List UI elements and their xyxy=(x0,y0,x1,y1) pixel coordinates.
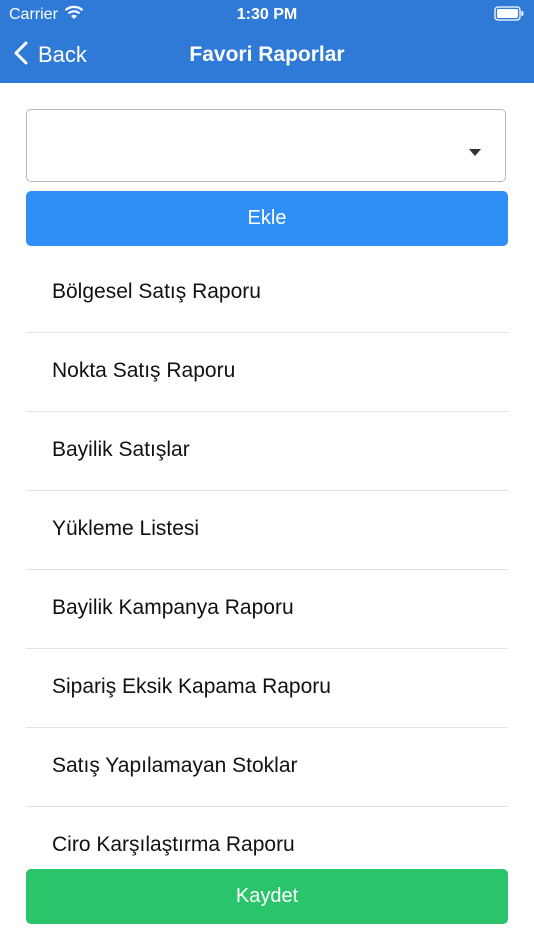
report-list-item[interactable]: Sipariş Eksik Kapama Raporu xyxy=(26,649,508,728)
report-list-item[interactable]: Bayilik Kampanya Raporu xyxy=(26,570,508,649)
save-button[interactable]: Kaydet xyxy=(26,869,508,924)
caret-down-icon xyxy=(469,143,481,161)
nav-bar: Back Favori Raporlar xyxy=(0,30,534,83)
page-title: Favori Raporlar xyxy=(189,43,345,66)
report-list-item[interactable]: Ciro Karşılaştırma Raporu xyxy=(26,807,508,864)
status-bar: Carrier 1:30 PM xyxy=(0,0,534,30)
report-list-item[interactable]: Nokta Satış Raporu xyxy=(26,333,508,412)
header: Carrier 1:30 PM Back Favori Raporlar xyxy=(0,0,534,83)
report-list-item[interactable]: Satış Yapılamayan Stoklar xyxy=(26,728,508,807)
clock: 1:30 PM xyxy=(236,6,298,23)
add-button[interactable]: Ekle xyxy=(26,191,508,246)
report-list: Bölgesel Satış Raporu Nokta Satış Raporu B… xyxy=(26,254,508,864)
report-list-item[interactable]: Bayilik Satışlar xyxy=(26,412,508,491)
battery-icon xyxy=(494,6,524,26)
report-list-item[interactable]: Yükleme Listesi xyxy=(26,491,508,570)
report-list-item[interactable]: Bölgesel Satış Raporu xyxy=(26,254,508,333)
report-select[interactable] xyxy=(26,109,506,182)
